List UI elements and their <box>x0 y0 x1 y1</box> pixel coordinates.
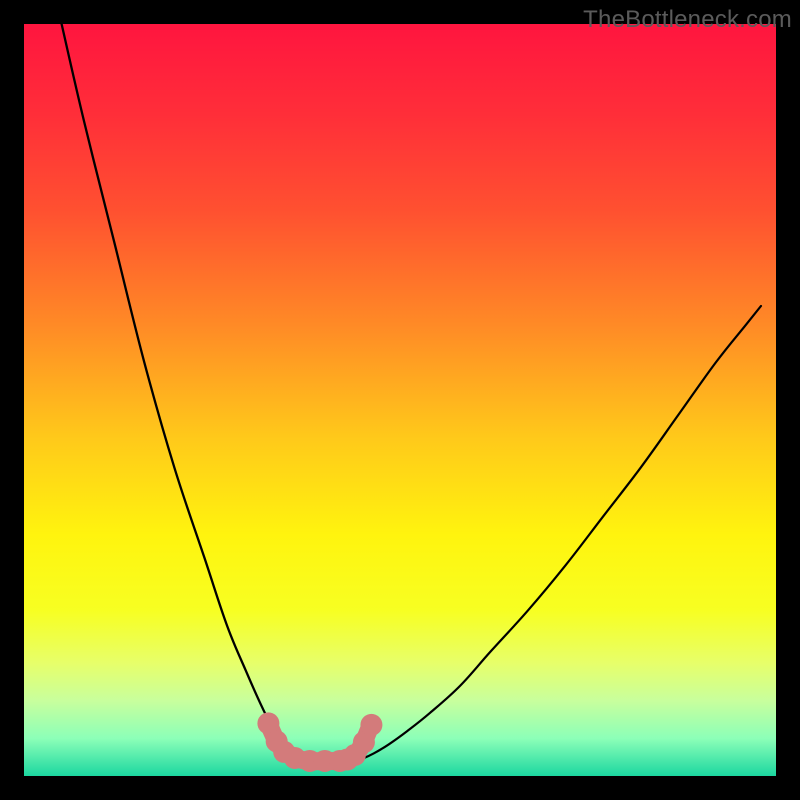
valley-dot <box>360 714 382 736</box>
bottleneck-curve-chart <box>0 0 800 800</box>
plot-area <box>24 24 776 776</box>
